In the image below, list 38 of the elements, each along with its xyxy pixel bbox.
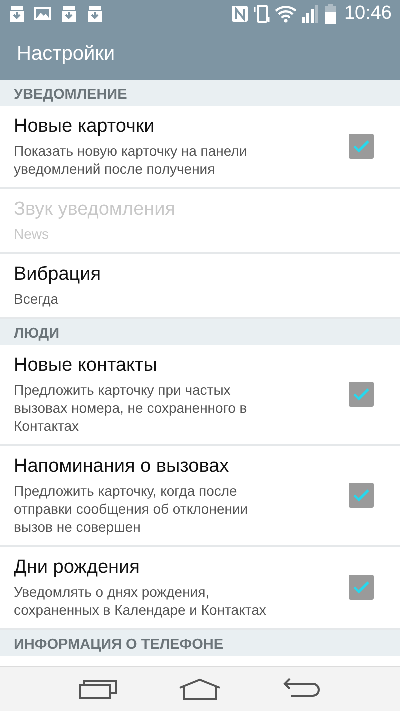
setting-summary: Предложить карточку при частых вызовах номера, не сохраненного в Контактах	[14, 381, 248, 435]
section-header: УВЕДОМЛЕНИЕ	[0, 80, 400, 106]
setting-title: Дни рождения	[14, 556, 141, 580]
setting-summary: Уведомлять о днях рождения, сохраненных в Календаре и Контактах	[14, 583, 268, 619]
setting-item[interactable]: Новые карточки Показать новую карточку на панели уведомлений после получения	[0, 106, 400, 189]
status-time: 10:46	[344, 2, 392, 26]
recent-apps-icon[interactable]	[78, 679, 117, 699]
check-icon	[353, 489, 370, 502]
setting-title: Новые контакты	[14, 354, 158, 378]
download-icon	[8, 5, 26, 23]
download-icon	[86, 5, 104, 23]
battery-icon	[325, 4, 336, 24]
section-header: ЛЮДИ	[0, 319, 400, 345]
checkbox[interactable]	[349, 134, 374, 159]
setting-item[interactable]: Напоминания о вызовах Предложить карточку, когда после отправки сообщения об отклонении вызов не совершен	[0, 446, 400, 547]
signal-icon	[301, 4, 322, 24]
setting-item[interactable]: Новые контакты Предложить карточку при частых вызовах номера, не сохраненного в Контактах	[0, 345, 400, 446]
setting-summary: Предложить карточку, когда после отправки сообщения об отклонении вызов не совершен	[14, 482, 250, 536]
section-header: ИНФОРМАЦИЯ О ТЕЛЕФОНЕ	[0, 630, 400, 656]
wifi-icon	[275, 5, 298, 23]
checkbox[interactable]	[349, 382, 374, 407]
download-icon	[60, 5, 78, 23]
setting-title: Новые карточки	[14, 115, 156, 139]
nfc-icon	[231, 5, 250, 23]
vibrate-icon	[253, 4, 272, 24]
setting-summary: Показать новую карточку на панели уведомлений после получения	[14, 142, 248, 178]
check-icon	[353, 140, 370, 153]
checkbox[interactable]	[349, 575, 374, 600]
check-icon	[353, 388, 370, 401]
check-icon	[353, 581, 370, 594]
setting-summary: Всегда	[14, 290, 60, 308]
image-icon	[34, 5, 52, 23]
screen-title: Настройки	[17, 42, 116, 67]
setting-title: Напоминания о вызовах	[14, 455, 230, 479]
back-icon[interactable]	[283, 678, 322, 700]
checkbox[interactable]	[349, 483, 374, 508]
home-icon[interactable]	[178, 678, 222, 700]
setting-title: Вибрация	[14, 263, 102, 287]
